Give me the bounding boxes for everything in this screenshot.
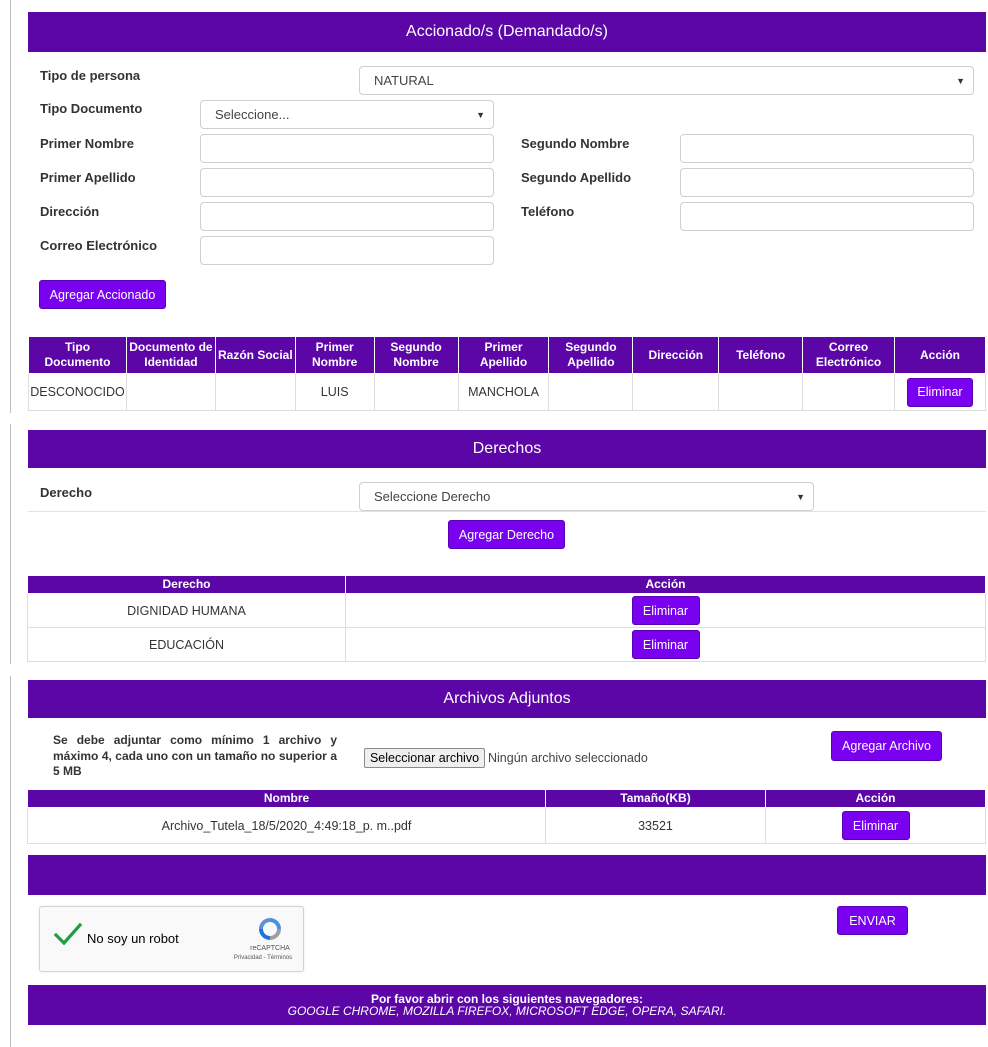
column-header: Primer Apellido	[457, 336, 550, 374]
divider	[28, 511, 986, 512]
tipo-persona-select[interactable]: NATURAL ▼	[359, 66, 974, 95]
table-row: DESCONOCIDO LUIS MANCHOLA Eliminar	[28, 373, 986, 411]
archivos-table: Nombre Tamaño(KB) Acción Archivo_Tutela_…	[27, 789, 986, 844]
table-row: Archivo_Tutela_18/5/2020_4:49:18_p. m..p…	[27, 807, 986, 844]
column-header: Segundo Apellido	[548, 336, 634, 374]
section-title: Derechos	[472, 440, 542, 457]
accionado-section-header: Accionado/s (Demandado/s)	[28, 12, 986, 52]
table-cell: Eliminar	[345, 593, 986, 628]
column-header: Dirección	[632, 336, 720, 374]
table-cell: Eliminar	[765, 807, 986, 844]
column-header: Tamaño(KB)	[545, 789, 766, 808]
enviar-button[interactable]: ENVIAR	[837, 906, 908, 935]
file-status-text: Ningún archivo seleccionado	[488, 751, 648, 765]
table-row: DIGNIDAD HUMANA Eliminar	[27, 593, 986, 628]
left-border	[10, 424, 11, 664]
table-cell: EDUCACIÓN	[27, 627, 346, 662]
column-header: Razón Social	[214, 336, 296, 374]
chevron-down-icon: ▼	[796, 492, 805, 502]
telefono-input[interactable]	[680, 202, 974, 231]
segundo-nombre-input[interactable]	[680, 134, 974, 163]
column-header: Nombre	[27, 789, 546, 808]
footer-line-2: GOOGLE CHROME, MOZILLA FIREFOX, MICROSOF…	[287, 1004, 727, 1018]
submit-section-bar	[28, 855, 986, 895]
column-header: Documento de Identidad	[125, 336, 216, 374]
table-cell: Eliminar	[894, 373, 986, 411]
column-header: Teléfono	[718, 336, 804, 374]
tipo-documento-label: Tipo Documento	[40, 101, 143, 116]
primer-apellido-input[interactable]	[200, 168, 494, 197]
column-header: Primer Nombre	[294, 336, 375, 374]
direccion-input[interactable]	[200, 202, 494, 231]
segundo-apellido-label: Segundo Apellido	[521, 170, 632, 185]
tipo-documento-select[interactable]: Seleccione... ▼	[200, 100, 494, 129]
column-header: Segundo Nombre	[373, 336, 459, 374]
table-cell: DIGNIDAD HUMANA	[27, 593, 346, 628]
instructions-text: Se debe adjuntar como mínimo 1 archivo y…	[53, 733, 337, 778]
left-border	[10, 676, 11, 1047]
recaptcha-widget: No soy un robot reCAPTCHA Privacidad - T…	[39, 906, 304, 972]
eliminar-archivo-button[interactable]: Eliminar	[841, 811, 910, 840]
chevron-down-icon: ▼	[476, 110, 485, 120]
column-header: Tipo Documento	[28, 336, 127, 374]
table-cell: 33521	[545, 807, 766, 844]
table-cell	[125, 373, 216, 411]
telefono-label: Teléfono	[521, 204, 575, 219]
table-cell	[632, 373, 720, 411]
correo-label: Correo Electrónico	[40, 238, 158, 253]
table-cell	[548, 373, 634, 411]
segundo-apellido-input[interactable]	[680, 168, 974, 197]
column-header: Derecho	[27, 575, 346, 594]
table-cell: Eliminar	[345, 627, 986, 662]
archivos-section-header: Archivos Adjuntos	[28, 680, 986, 718]
table-cell	[718, 373, 804, 411]
table-cell: MANCHOLA	[457, 373, 550, 411]
recaptcha-logo-icon	[259, 918, 281, 940]
eliminar-accionado-button[interactable]: Eliminar	[907, 377, 973, 407]
primer-nombre-label: Primer Nombre	[40, 136, 134, 151]
table-cell	[214, 373, 296, 411]
section-title: Accionado/s (Demandado/s)	[406, 23, 608, 40]
tipo-documento-value: Seleccione...	[215, 107, 290, 122]
agregar-accionado-button[interactable]: Agregar Accionado	[39, 280, 166, 309]
derechos-table: Derecho Acción DIGNIDAD HUMANA Eliminar …	[27, 575, 986, 662]
derecho-label: Derecho	[40, 485, 93, 500]
derecho-select[interactable]: Seleccione Derecho ▼	[359, 482, 814, 511]
table-cell: Archivo_Tutela_18/5/2020_4:49:18_p. m..p…	[27, 807, 546, 844]
footer-banner: Por favor abrir con los siguientes naveg…	[28, 985, 986, 1025]
column-header: Correo Electrónico	[802, 336, 896, 374]
direccion-label: Dirección	[40, 204, 100, 219]
tipo-persona-label: Tipo de persona	[40, 68, 141, 83]
column-header: Acción	[894, 336, 986, 374]
tipo-persona-value: NATURAL	[374, 73, 434, 88]
eliminar-derecho-button[interactable]: Eliminar	[631, 596, 700, 625]
table-row: EDUCACIÓN Eliminar	[27, 627, 986, 662]
derechos-section-header: Derechos	[28, 430, 986, 468]
checkmark-icon[interactable]	[54, 922, 82, 946]
recaptcha-label: No soy un robot	[87, 931, 179, 946]
recaptcha-links[interactable]: Privacidad - Términos	[224, 955, 302, 961]
column-header: Acción	[765, 789, 986, 808]
left-border	[10, 0, 11, 413]
accionados-table: Tipo Documento Documento de Identidad Ra…	[28, 336, 986, 411]
derecho-value: Seleccione Derecho	[374, 489, 491, 504]
primer-nombre-input[interactable]	[200, 134, 494, 163]
segundo-nombre-label: Segundo Nombre	[521, 136, 630, 151]
table-cell: LUIS	[294, 373, 375, 411]
primer-apellido-label: Primer Apellido	[40, 170, 136, 185]
recaptcha-brand: reCAPTCHA	[250, 945, 290, 952]
seleccionar-archivo-button[interactable]: Seleccionar archivo	[364, 748, 485, 768]
chevron-down-icon: ▼	[956, 76, 965, 86]
table-cell	[373, 373, 459, 411]
table-cell: DESCONOCIDO	[28, 373, 127, 411]
section-title: Archivos Adjuntos	[443, 690, 571, 707]
agregar-derecho-button[interactable]: Agregar Derecho	[448, 520, 565, 549]
column-header: Acción	[345, 575, 986, 594]
table-cell	[802, 373, 896, 411]
correo-input[interactable]	[200, 236, 494, 265]
eliminar-derecho-button[interactable]: Eliminar	[631, 630, 700, 659]
agregar-archivo-button[interactable]: Agregar Archivo	[831, 731, 942, 761]
